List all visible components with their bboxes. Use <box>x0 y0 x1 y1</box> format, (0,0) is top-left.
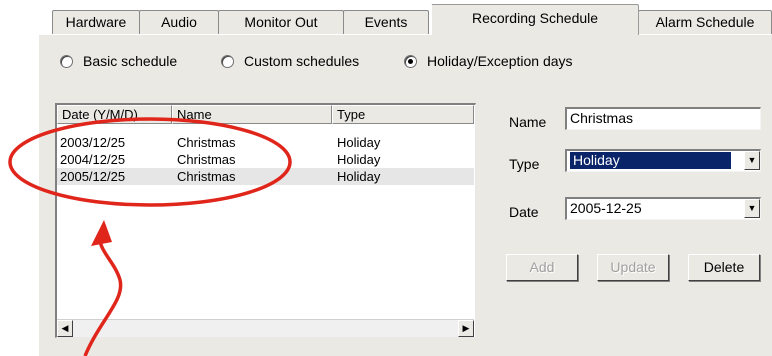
type-cell: Holiday <box>337 169 381 184</box>
date-picker[interactable]: 2005-12-25 ▼ <box>565 197 761 220</box>
radio-label: Holiday/Exception days <box>427 53 573 69</box>
tab-events[interactable]: Events <box>343 10 429 34</box>
left-arrow-icon[interactable]: ◀ <box>57 320 73 337</box>
add-button[interactable]: Add <box>506 254 578 281</box>
radio-label: Basic schedule <box>83 53 178 69</box>
table-row[interactable]: 2004/12/25 Christmas Holiday <box>57 151 474 168</box>
horizontal-scrollbar[interactable]: ◀ ▶ <box>57 319 474 337</box>
tab-recording-schedule[interactable]: Recording Schedule <box>431 4 639 35</box>
type-cell: Holiday <box>337 152 381 167</box>
chevron-down-icon[interactable]: ▼ <box>744 199 760 218</box>
name-field-value: Christmas <box>570 110 634 126</box>
type-label: Type <box>509 156 540 172</box>
tab-audio[interactable]: Audio <box>139 10 219 34</box>
name-field[interactable]: Christmas <box>565 107 761 130</box>
radio-basic-schedule[interactable]: Basic schedule <box>60 51 177 71</box>
chevron-down-icon[interactable]: ▼ <box>744 151 760 170</box>
table-row-selected[interactable]: 2005/12/25 Christmas Holiday <box>57 168 474 185</box>
date-label: Date <box>509 204 539 220</box>
radio-icon <box>60 54 73 68</box>
tab-hardware[interactable]: Hardware <box>52 10 140 34</box>
update-button[interactable]: Update <box>597 254 669 281</box>
radio-label: Custom schedules <box>244 53 360 69</box>
column-header-name[interactable]: Name <box>172 105 332 124</box>
right-arrow-icon[interactable]: ▶ <box>458 320 474 337</box>
tab-monitor-out[interactable]: Monitor Out <box>218 10 344 34</box>
radio-icon <box>221 54 234 68</box>
name-cell: Christmas <box>177 169 236 184</box>
type-dropdown-value: Holiday <box>570 152 731 169</box>
name-label: Name <box>509 114 547 130</box>
radio-custom-schedules[interactable]: Custom schedules <box>221 51 359 71</box>
holiday-list[interactable]: Date (Y/M/D) Name Type 2003/12/25 Christ… <box>55 103 476 338</box>
table-row[interactable]: 2003/12/25 Christmas Holiday <box>57 134 474 151</box>
name-cell: Christmas <box>177 135 236 150</box>
date-picker-value: 2005-12-25 <box>570 200 642 216</box>
date-cell: 2005/12/25 <box>60 169 126 184</box>
name-cell: Christmas <box>177 152 236 167</box>
type-dropdown[interactable]: Holiday ▼ <box>565 149 761 172</box>
date-cell: 2003/12/25 <box>60 135 126 150</box>
type-cell: Holiday <box>337 135 381 150</box>
column-header-type[interactable]: Type <box>332 105 474 124</box>
delete-button[interactable]: Delete <box>688 254 760 281</box>
date-cell: 2004/12/25 <box>60 152 126 167</box>
radio-holiday-exception-days[interactable]: Holiday/Exception days <box>404 51 573 71</box>
radio-selected-icon <box>404 54 417 68</box>
column-header-date[interactable]: Date (Y/M/D) <box>57 105 172 124</box>
tab-alarm-schedule[interactable]: Alarm Schedule <box>638 10 772 34</box>
